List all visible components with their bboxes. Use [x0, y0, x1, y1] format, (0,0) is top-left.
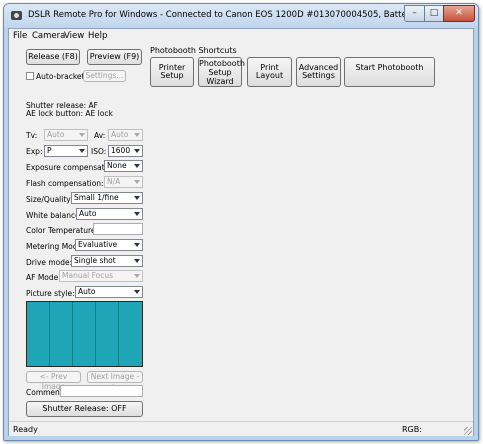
flash-compensation-label: Flash compensation:: [26, 179, 104, 188]
chevron-down-icon: [134, 212, 140, 216]
camera-app-icon: [11, 11, 22, 20]
chevron-down-icon: [134, 259, 140, 263]
menu-help[interactable]: Help: [88, 31, 107, 41]
chevron-down-icon: [134, 243, 140, 247]
preview-panel: [96, 302, 119, 366]
autobracket-checkbox[interactable]: [26, 72, 34, 80]
release-button[interactable]: Release (F8): [26, 49, 80, 65]
preview-panel: [50, 302, 73, 366]
rgb-label: RGB:: [402, 425, 422, 434]
flash-compensation-select[interactable]: N/A: [104, 176, 143, 188]
drive-mode-value: Single shot: [74, 256, 116, 265]
white-balance-value: Auto: [79, 209, 97, 218]
status-bar: Ready RGB:: [9, 421, 473, 436]
photobooth-heading: Photobooth Shortcuts: [150, 46, 237, 55]
white-balance-label: White balance:: [26, 211, 83, 220]
chevron-down-icon: [79, 133, 85, 137]
print-layout-button[interactable]: Print Layout: [247, 57, 292, 87]
metering-mode-select[interactable]: Evaluative: [75, 239, 143, 251]
photobooth-setup-wizard-button[interactable]: Photobooth Setup Wizard: [198, 57, 245, 87]
chevron-down-icon: [134, 133, 140, 137]
printer-setup-button[interactable]: Printer Setup: [150, 57, 194, 87]
af-mode-label: AF Mode:: [26, 273, 61, 282]
preview-panel: [119, 302, 142, 366]
chevron-down-icon: [134, 180, 140, 184]
chevron-down-icon: [134, 274, 140, 278]
chevron-down-icon: [134, 196, 140, 200]
comment-input[interactable]: [60, 385, 143, 397]
status-text: Ready: [13, 425, 38, 434]
close-button[interactable]: ✕: [443, 5, 475, 22]
title-bar[interactable]: DSLR Remote Pro for Windows - Connected …: [4, 4, 478, 28]
preview-panel: [27, 302, 50, 366]
af-mode-select[interactable]: Manual Focus: [59, 270, 143, 282]
preview-button[interactable]: Preview (F9): [87, 49, 142, 65]
exp-label: Exp:: [26, 147, 43, 156]
white-balance-select[interactable]: Auto: [76, 208, 143, 220]
tv-select[interactable]: Auto: [44, 129, 88, 141]
prev-image-button[interactable]: <- Prev Image: [26, 371, 81, 391]
chevron-down-icon: [134, 164, 140, 168]
tv-value: Auto: [47, 130, 65, 139]
picture-style-select[interactable]: Auto: [75, 286, 143, 298]
size-quality-label: Size/Quality:: [26, 195, 73, 204]
av-label: Av:: [94, 131, 106, 140]
start-photobooth-button[interactable]: Start Photobooth: [344, 57, 435, 87]
drive-mode-select[interactable]: Single shot: [71, 255, 143, 267]
window-title: DSLR Remote Pro for Windows - Connected …: [28, 10, 442, 20]
image-preview[interactable]: [26, 301, 143, 367]
drive-mode-label: Drive mode:: [26, 258, 73, 267]
app-window: DSLR Remote Pro for Windows - Connected …: [3, 3, 479, 441]
flash-compensation-value: N/A: [107, 177, 121, 186]
autobracket-label: Auto-bracket: [36, 72, 85, 81]
resize-grip-icon[interactable]: [464, 427, 472, 435]
minimize-button[interactable]: –: [404, 5, 425, 22]
av-select[interactable]: Auto: [108, 129, 143, 141]
af-mode-value: Manual Focus: [62, 271, 114, 280]
ae-lock-status: AE lock button: AE lock: [26, 109, 113, 118]
menu-camera[interactable]: Camera: [32, 31, 65, 41]
menu-view[interactable]: View: [64, 31, 84, 41]
color-temperature-input[interactable]: [93, 223, 143, 235]
iso-label: ISO:: [91, 147, 107, 156]
size-quality-select[interactable]: Small 1/fine: [71, 192, 143, 204]
metering-mode-value: Evaluative: [78, 240, 118, 249]
preview-panel: [73, 302, 96, 366]
shutter-release-toggle[interactable]: Shutter Release: OFF: [26, 401, 143, 417]
chevron-down-icon: [134, 290, 140, 294]
exp-value: P: [47, 146, 52, 155]
settings-button[interactable]: Settings...: [83, 70, 126, 82]
chevron-down-icon: [134, 149, 140, 153]
tv-label: Tv:: [26, 131, 38, 140]
next-image-button[interactable]: Next Image ->: [87, 371, 143, 391]
photobooth-shortcuts-group: Photobooth Shortcuts Printer Setup Photo…: [150, 43, 447, 87]
advanced-settings-button[interactable]: Advanced Settings: [296, 57, 341, 87]
color-temperature-label: Color Temperature:: [26, 226, 99, 235]
iso-select[interactable]: 1600: [108, 145, 143, 157]
exposure-compensation-value: None: [107, 161, 127, 170]
size-quality-value: Small 1/fine: [74, 193, 119, 202]
menu-file[interactable]: File: [13, 31, 27, 41]
chevron-down-icon: [79, 149, 85, 153]
exposure-compensation-select[interactable]: None: [104, 160, 143, 172]
picture-style-label: Picture style:: [26, 289, 75, 298]
menu-bar: File Camera View Help: [9, 29, 473, 43]
av-value: Auto: [111, 130, 129, 139]
maximize-button[interactable]: □: [424, 5, 444, 22]
picture-style-value: Auto: [78, 287, 96, 296]
iso-value: 1600: [111, 146, 131, 155]
exp-select[interactable]: P: [44, 145, 88, 157]
client-area: File Camera View Help Release (F8) Previ…: [8, 28, 474, 436]
